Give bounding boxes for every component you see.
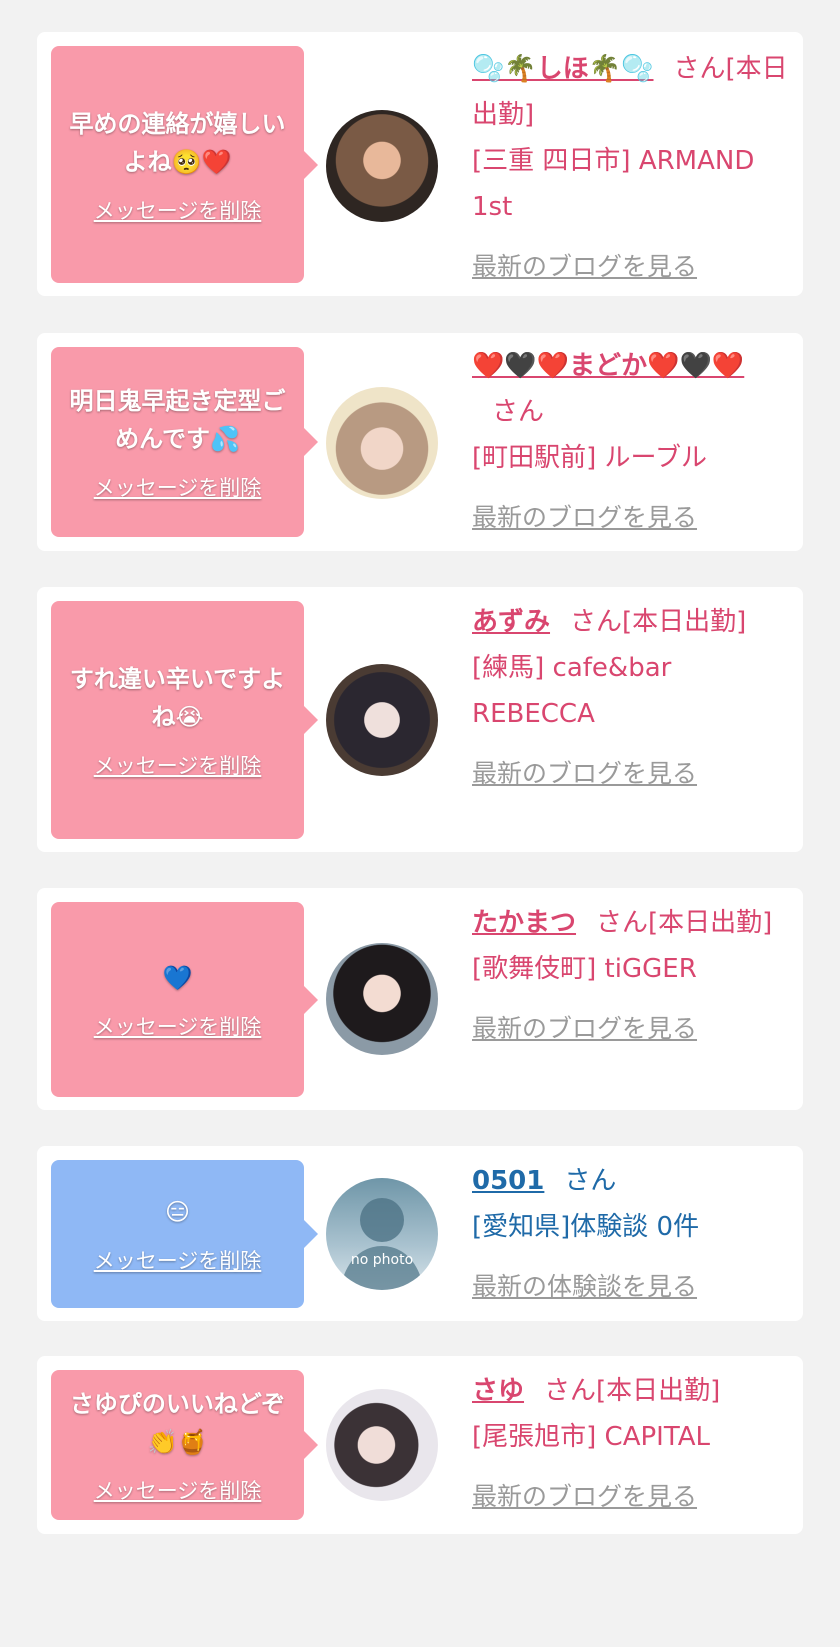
profile-name-link[interactable]: 0501 [472,1166,544,1196]
profile-info: たかまつ さん[本日出勤] [歌舞伎町] tiGGER 最新のブログを見る [472,900,789,1052]
delete-message-button[interactable]: メッセージを削除 [94,1475,262,1505]
shop-detail: [尾張旭市] CAPITAL [472,1422,710,1452]
message-bubble: すれ違い辛いですよね😭 メッセージを削除 [51,601,318,839]
message-bubble: 😑 メッセージを削除 [51,1160,318,1308]
no-photo-silhouette-icon: no photo [340,1198,424,1290]
avatar[interactable]: no photo [326,1178,438,1290]
avatar[interactable] [326,1389,438,1501]
profile-name-link[interactable]: ❤️🖤❤️まどか❤️🖤❤️ [472,351,744,381]
avatar[interactable] [326,943,438,1055]
shop-detail: [三重 四日市] ARMAND 1st [472,146,755,222]
message-text: 早めの連絡が嬉しいよね🥺❤️ [69,109,286,176]
message-bubble: さゆぴのいいねどぞ👏🍯 メッセージを削除 [51,1370,318,1520]
list-item: 早めの連絡が嬉しいよね🥺❤️ メッセージを削除 🫧🌴しほ🌴🫧 さん[本日出勤] [… [37,32,803,296]
shop-detail: [愛知県]体験談 0件 [472,1212,700,1242]
profile-name-link[interactable]: 🫧🌴しほ🌴🫧 [472,54,654,84]
latest-review-link[interactable]: 最新の体験談を見る [472,1264,697,1310]
delete-message-button[interactable]: メッセージを削除 [94,750,262,780]
list-item: すれ違い辛いですよね😭 メッセージを削除 あずみ さん[本日出勤] [練馬] ca… [37,587,803,852]
name-suffix: さん[本日出勤] [570,607,747,637]
message-text: すれ違い辛いですよね😭 [69,665,286,731]
profile-info: あずみ さん[本日出勤] [練馬] cafe&bar REBECCA 最新のブログ… [472,599,789,797]
list-item: 💙 メッセージを削除 たかまつ さん[本日出勤] [歌舞伎町] tiGGER 最新… [37,888,803,1110]
no-photo-text: no photo [351,1252,413,1268]
message-text: 💙 [162,963,193,992]
profile-name-link[interactable]: さゆ [472,1376,524,1406]
name-suffix: さん[本日出勤] [544,1376,721,1406]
message-bubble: 早めの連絡が嬉しいよね🥺❤️ メッセージを削除 [51,46,318,283]
latest-blog-link[interactable]: 最新のブログを見る [472,1474,697,1520]
message-bubble: 💙 メッセージを削除 [51,902,318,1097]
delete-message-button[interactable]: メッセージを削除 [94,1011,262,1041]
shop-detail: [練馬] cafe&bar REBECCA [472,653,672,729]
latest-blog-link[interactable]: 最新のブログを見る [472,1006,697,1052]
name-suffix: さん[本日出勤] [596,908,773,938]
latest-blog-link[interactable]: 最新のブログを見る [472,495,697,541]
name-suffix: さん [564,1166,617,1196]
list-item: 明日鬼早起き定型ごめんです💦 メッセージを削除 ❤️🖤❤️まどか❤️🖤❤️ さん … [37,333,803,551]
delete-message-button[interactable]: メッセージを削除 [94,1245,262,1275]
message-bubble: 明日鬼早起き定型ごめんです💦 メッセージを削除 [51,347,318,537]
shop-detail: [町田駅前] ルーブル [472,443,707,473]
name-suffix: さん [492,397,545,427]
message-text: さゆぴのいいねどぞ👏🍯 [69,1390,286,1456]
profile-name-link[interactable]: あずみ [472,607,550,637]
profile-name-link[interactable]: たかまつ [472,908,576,938]
profile-info: 0501 さん [愛知県]体験談 0件 最新の体験談を見る [472,1158,789,1310]
latest-blog-link[interactable]: 最新のブログを見る [472,244,697,290]
delete-message-button[interactable]: メッセージを削除 [94,472,262,502]
profile-info: ❤️🖤❤️まどか❤️🖤❤️ さん [町田駅前] ルーブル 最新のブログを見る [472,343,789,541]
avatar[interactable] [326,110,438,222]
message-text: 😑 [164,1198,191,1226]
latest-blog-link[interactable]: 最新のブログを見る [472,751,697,797]
delete-message-button[interactable]: メッセージを削除 [94,195,262,225]
list-item: さゆぴのいいねどぞ👏🍯 メッセージを削除 さゆ さん[本日出勤] [尾張旭市] C… [37,1356,803,1534]
message-text: 明日鬼早起き定型ごめんです💦 [69,387,286,453]
profile-info: さゆ さん[本日出勤] [尾張旭市] CAPITAL 最新のブログを見る [472,1368,789,1520]
message-list: 早めの連絡が嬉しいよね🥺❤️ メッセージを削除 🫧🌴しほ🌴🫧 さん[本日出勤] [… [0,0,840,1647]
shop-detail: [歌舞伎町] tiGGER [472,954,697,984]
avatar[interactable] [326,664,438,776]
avatar[interactable] [326,387,438,499]
list-item: 😑 メッセージを削除 no photo 0501 さん [愛知県]体験談 0件 最… [37,1146,803,1321]
profile-info: 🫧🌴しほ🌴🫧 さん[本日出勤] [三重 四日市] ARMAND 1st 最新のブロ… [472,46,789,290]
